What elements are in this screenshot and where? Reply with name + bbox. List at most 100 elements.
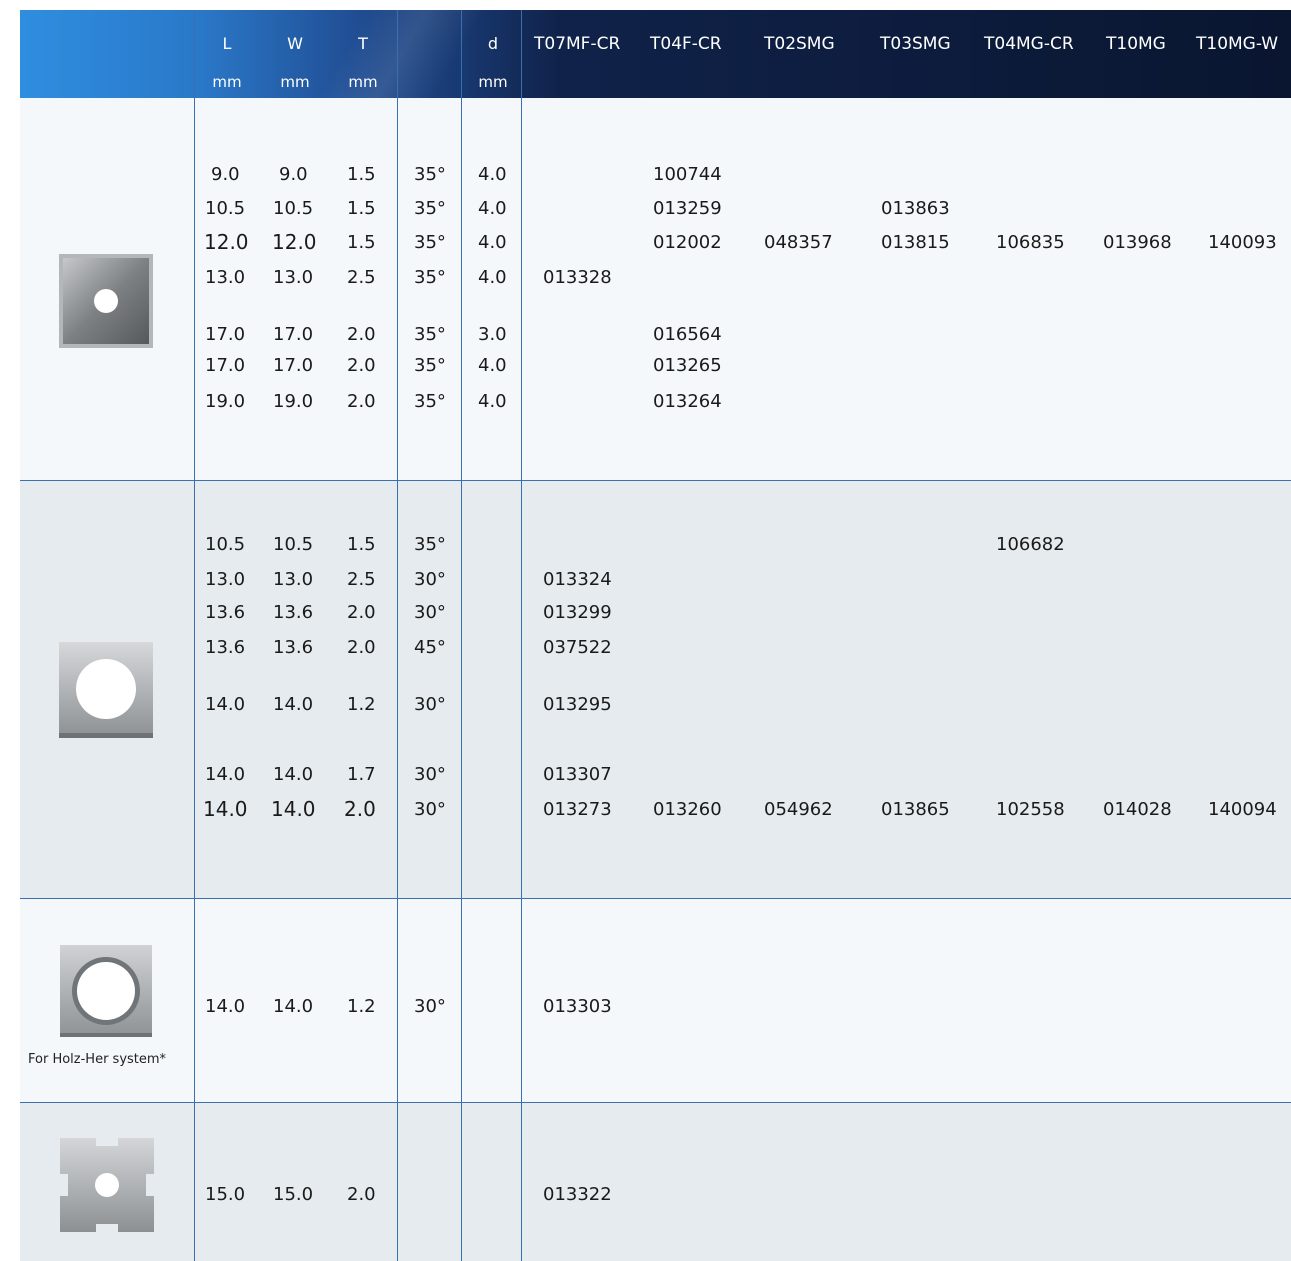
insert-table: L mm W mm T mm d mm T07MF-CR T04F-CR T02… <box>0 0 1291 1261</box>
grade-header: T07MF-CR <box>534 34 621 54</box>
cell-W: 15.0 <box>273 1184 314 1205</box>
cell-code: 100744 <box>653 164 722 185</box>
cell-W: 9.0 <box>279 164 308 185</box>
cell-code: 012002 <box>653 232 722 253</box>
holz-her-note: For Holz-Her system* <box>28 1052 167 1067</box>
square-insert-large-hole-icon <box>59 642 153 742</box>
header-W-unit: mm <box>280 73 310 91</box>
cell-angle: 35° <box>414 198 446 219</box>
cell-code: 013307 <box>543 764 612 785</box>
cell-code: 013863 <box>881 198 950 219</box>
cell-angle: 35° <box>414 324 446 345</box>
cell-code: 013815 <box>881 232 950 253</box>
cell-W: 17.0 <box>273 355 314 376</box>
cell-T: 2.0 <box>347 355 376 376</box>
cell-d: 4.0 <box>478 391 507 412</box>
cell-L: 10.5 <box>205 198 246 219</box>
cell-W: 13.0 <box>273 267 314 288</box>
cell-angle: 35° <box>414 267 446 288</box>
row-divider <box>20 898 1291 899</box>
cell-angle: 35° <box>414 164 446 185</box>
cell-W: 14.0 <box>273 764 314 785</box>
cell-L: 9.0 <box>211 164 240 185</box>
grade-header: T10MG-W <box>1196 34 1279 54</box>
cell-code: 106682 <box>996 534 1065 555</box>
cell-angle: 30° <box>414 799 446 820</box>
grade-header: T03SMG <box>880 34 951 54</box>
cell-angle: 30° <box>414 569 446 590</box>
cell-W: 13.6 <box>273 637 314 658</box>
cell-T: 1.5 <box>347 232 376 253</box>
cell-code: 016564 <box>653 324 722 345</box>
cell-W: 19.0 <box>273 391 314 412</box>
cell-code: 013299 <box>543 602 612 623</box>
header-T: T <box>358 34 368 53</box>
square-insert-small-hole-icon <box>59 254 153 352</box>
cell-L: 13.0 <box>205 569 246 590</box>
cell-T: 2.0 <box>347 324 376 345</box>
header-d: d <box>487 34 499 53</box>
cell-L: 10.5 <box>205 534 246 555</box>
cell-code: 013865 <box>881 799 950 820</box>
header-L-unit: mm <box>212 73 242 91</box>
cell-code: 013265 <box>653 355 722 376</box>
notched-insert-icon <box>60 1138 154 1236</box>
cell-W: 14.0 <box>271 797 316 821</box>
cell-angle: 35° <box>414 232 446 253</box>
cell-T: 2.0 <box>347 391 376 412</box>
cell-L: 13.6 <box>205 637 246 658</box>
grade-header: T04MG-CR <box>984 34 1074 54</box>
header-L: L <box>222 34 232 53</box>
cell-angle: 30° <box>414 602 446 623</box>
cell-code: 140094 <box>1208 799 1277 820</box>
cell-angle: 35° <box>414 355 446 376</box>
row-group-4 <box>20 1103 1291 1261</box>
cell-angle: 35° <box>414 534 446 555</box>
cell-L: 14.0 <box>205 764 246 785</box>
cell-code: 140093 <box>1208 232 1277 253</box>
cell-code: 013968 <box>1103 232 1172 253</box>
cell-W: 13.6 <box>273 602 314 623</box>
cell-T: 2.0 <box>344 797 376 821</box>
cell-code: 013322 <box>543 1184 612 1205</box>
cell-d: 4.0 <box>478 164 507 185</box>
header-d-unit: mm <box>478 73 508 91</box>
header-W: W <box>287 34 303 53</box>
cell-angle: 30° <box>414 764 446 785</box>
grade-header: T10MG <box>1106 34 1166 54</box>
column-divider <box>521 10 522 1261</box>
cell-W: 12.0 <box>272 230 317 254</box>
cell-T: 2.0 <box>347 602 376 623</box>
cell-angle: 35° <box>414 391 446 412</box>
cell-T: 1.2 <box>347 694 376 715</box>
cell-L: 17.0 <box>205 324 246 345</box>
cell-d: 4.0 <box>478 267 507 288</box>
cell-L: 14.0 <box>205 996 246 1017</box>
row-divider <box>20 1102 1291 1103</box>
cell-code: 013295 <box>543 694 612 715</box>
cell-W: 13.0 <box>273 569 314 590</box>
row-divider <box>20 480 1291 481</box>
cell-code: 013324 <box>543 569 612 590</box>
cell-W: 14.0 <box>273 996 314 1017</box>
cell-L: 19.0 <box>205 391 246 412</box>
cell-T: 2.0 <box>347 1184 376 1205</box>
cell-code: 106835 <box>996 232 1065 253</box>
cell-T: 2.0 <box>347 637 376 658</box>
holz-her-insert-icon <box>60 945 152 1041</box>
header-T-unit: mm <box>348 73 378 91</box>
cell-d: 4.0 <box>478 198 507 219</box>
cell-d: 4.0 <box>478 232 507 253</box>
grade-header: T04F-CR <box>650 34 722 54</box>
cell-code: 048357 <box>764 232 833 253</box>
cell-W: 10.5 <box>273 198 314 219</box>
column-divider <box>194 10 195 1261</box>
cell-T: 1.5 <box>347 164 376 185</box>
cell-code: 014028 <box>1103 799 1172 820</box>
cell-L: 12.0 <box>204 230 249 254</box>
cell-code: 013328 <box>543 267 612 288</box>
cell-d: 4.0 <box>478 355 507 376</box>
cell-T: 2.5 <box>347 569 376 590</box>
cell-code: 013273 <box>543 799 612 820</box>
table-header <box>20 10 1291 98</box>
